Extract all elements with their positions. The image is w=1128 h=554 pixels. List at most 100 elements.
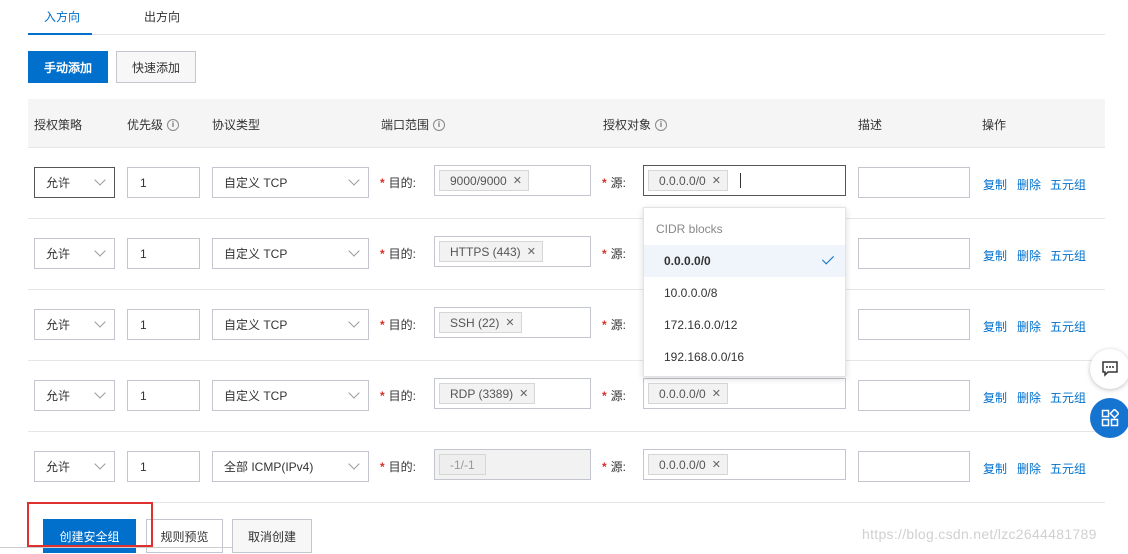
copy-link[interactable]: 复制 bbox=[983, 318, 1007, 335]
port-tag: RDP (3389) ✕ bbox=[439, 383, 536, 404]
quick-add-button[interactable]: 快速添加 bbox=[116, 51, 196, 83]
chevron-down-icon bbox=[348, 387, 360, 399]
cidr-dropdown: CIDR blocks 0.0.0.0/0 10.0.0.0/8 172.16.… bbox=[643, 207, 846, 377]
policy-select[interactable]: 允许 bbox=[34, 167, 115, 198]
five-tuple-link[interactable]: 五元组 bbox=[1050, 318, 1086, 335]
delete-link[interactable]: 删除 bbox=[1017, 389, 1041, 406]
port-tag: 9000/9000 ✕ bbox=[439, 170, 529, 191]
description-input[interactable] bbox=[858, 451, 970, 482]
priority-input[interactable]: 1 bbox=[127, 167, 200, 198]
port-tag: -1/-1 bbox=[439, 454, 486, 475]
protocol-select[interactable]: 自定义 TCP bbox=[212, 380, 369, 411]
tab-inbound[interactable]: 入方向 bbox=[44, 8, 80, 25]
table-row: 允许 1 全部 ICMP(IPv4) * 目的: -1/-1 * 源: 0.0.0.… bbox=[28, 432, 1105, 503]
chevron-down-icon bbox=[94, 245, 106, 257]
info-icon[interactable]: i bbox=[433, 118, 446, 131]
chat-button[interactable] bbox=[1090, 349, 1128, 389]
port-range-input[interactable]: HTTPS (443) ✕ bbox=[434, 236, 591, 267]
table-header: 授权策略 优先级 i 协议类型 端口范围 i 授权对象 i 描述 操作 bbox=[28, 99, 1105, 148]
src-label: * 源: bbox=[602, 246, 627, 262]
close-icon[interactable]: ✕ bbox=[712, 387, 721, 400]
watermark: https://blog.csdn.net/lzc2644481789 bbox=[862, 526, 1097, 542]
port-tag: HTTPS (443) ✕ bbox=[439, 241, 543, 262]
close-icon[interactable]: ✕ bbox=[527, 245, 536, 258]
dropdown-option[interactable]: 10.0.0.0/8 bbox=[644, 277, 845, 309]
manual-add-button[interactable]: 手动添加 bbox=[28, 51, 108, 83]
check-icon bbox=[821, 252, 835, 265]
delete-link[interactable]: 删除 bbox=[1017, 176, 1041, 193]
dest-label: * 目的: bbox=[380, 246, 417, 262]
col-port-range: 端口范围 i bbox=[381, 116, 446, 133]
delete-link[interactable]: 删除 bbox=[1017, 247, 1041, 264]
apps-button[interactable] bbox=[1090, 398, 1128, 438]
chevron-down-icon bbox=[348, 174, 360, 186]
protocol-select[interactable]: 自定义 TCP bbox=[212, 167, 369, 198]
tab-divider bbox=[28, 34, 1105, 35]
policy-select[interactable]: 允许 bbox=[34, 380, 115, 411]
table-row: 允许 1 自定义 TCP * 目的: HTTPS (443) ✕ * 源: 复制 删除… bbox=[28, 219, 1105, 290]
highlight-box bbox=[27, 502, 153, 547]
dropdown-group-label: CIDR blocks bbox=[656, 222, 723, 236]
info-icon[interactable]: i bbox=[167, 118, 180, 131]
footer-divider bbox=[28, 502, 1105, 503]
close-icon[interactable]: ✕ bbox=[712, 174, 721, 187]
priority-input[interactable]: 1 bbox=[127, 380, 200, 411]
priority-input[interactable]: 1 bbox=[127, 309, 200, 340]
col-policy: 授权策略 bbox=[34, 118, 83, 132]
col-priority: 优先级 i bbox=[127, 116, 180, 133]
table-row: 允许 1 自定义 TCP * 目的: 9000/9000 ✕ * 源: 0.0.0.0… bbox=[28, 148, 1105, 219]
text-caret bbox=[739, 173, 741, 188]
protocol-select[interactable]: 自定义 TCP bbox=[212, 309, 369, 340]
port-range-input[interactable]: 9000/9000 ✕ bbox=[434, 165, 591, 196]
priority-input[interactable]: 1 bbox=[127, 451, 200, 482]
policy-select[interactable]: 允许 bbox=[34, 451, 115, 482]
source-input[interactable]: 0.0.0.0/0 ✕ bbox=[643, 165, 846, 196]
description-input[interactable] bbox=[858, 238, 970, 269]
policy-select[interactable]: 允许 bbox=[34, 309, 115, 340]
source-tag: 0.0.0.0/0 ✕ bbox=[648, 383, 728, 404]
protocol-select[interactable]: 全部 ICMP(IPv4) bbox=[212, 451, 369, 482]
protocol-select[interactable]: 自定义 TCP bbox=[212, 238, 369, 269]
apps-icon bbox=[1101, 409, 1119, 427]
info-icon[interactable]: i bbox=[655, 118, 668, 131]
chevron-down-icon bbox=[94, 387, 106, 399]
dropdown-option[interactable]: 172.16.0.0/12 bbox=[644, 309, 845, 341]
copy-link[interactable]: 复制 bbox=[983, 460, 1007, 477]
chevron-down-icon bbox=[94, 458, 106, 470]
delete-link[interactable]: 删除 bbox=[1017, 460, 1041, 477]
source-tag: 0.0.0.0/0 ✕ bbox=[648, 170, 728, 191]
src-label: * 源: bbox=[602, 388, 627, 404]
copy-link[interactable]: 复制 bbox=[983, 176, 1007, 193]
port-tag: SSH (22) ✕ bbox=[439, 312, 522, 333]
description-input[interactable] bbox=[858, 167, 970, 198]
copy-link[interactable]: 复制 bbox=[983, 247, 1007, 264]
five-tuple-link[interactable]: 五元组 bbox=[1050, 176, 1086, 193]
description-input[interactable] bbox=[858, 380, 970, 411]
close-icon[interactable]: ✕ bbox=[513, 174, 522, 187]
five-tuple-link[interactable]: 五元组 bbox=[1050, 389, 1086, 406]
delete-link[interactable]: 删除 bbox=[1017, 318, 1041, 335]
five-tuple-link[interactable]: 五元组 bbox=[1050, 460, 1086, 477]
chevron-down-icon bbox=[348, 245, 360, 257]
close-icon[interactable]: ✕ bbox=[519, 387, 528, 400]
policy-select[interactable]: 允许 bbox=[34, 238, 115, 269]
port-range-input[interactable]: RDP (3389) ✕ bbox=[434, 378, 591, 409]
tab-outbound[interactable]: 出方向 bbox=[144, 8, 180, 25]
table-row: 允许 1 自定义 TCP * 目的: SSH (22) ✕ * 源: 复制 删除 五元… bbox=[28, 290, 1105, 361]
close-icon[interactable]: ✕ bbox=[712, 458, 721, 471]
col-operations: 操作 bbox=[982, 118, 1007, 132]
description-input[interactable] bbox=[858, 309, 970, 340]
tab-active-indicator bbox=[28, 33, 92, 35]
close-icon[interactable]: ✕ bbox=[505, 316, 514, 329]
port-range-input[interactable]: SSH (22) ✕ bbox=[434, 307, 591, 338]
col-protocol: 协议类型 bbox=[212, 118, 261, 132]
table-row: 允许 1 自定义 TCP * 目的: RDP (3389) ✕ * 源: 0.0.0.… bbox=[28, 361, 1105, 432]
five-tuple-link[interactable]: 五元组 bbox=[1050, 247, 1086, 264]
source-input[interactable]: 0.0.0.0/0 ✕ bbox=[643, 378, 846, 409]
copy-link[interactable]: 复制 bbox=[983, 389, 1007, 406]
dropdown-option[interactable]: 192.168.0.0/16 bbox=[644, 341, 845, 373]
priority-input[interactable]: 1 bbox=[127, 238, 200, 269]
dropdown-option[interactable]: 0.0.0.0/0 bbox=[644, 245, 845, 277]
cancel-create-button[interactable]: 取消创建 bbox=[232, 519, 312, 553]
source-input[interactable]: 0.0.0.0/0 ✕ bbox=[643, 449, 846, 480]
